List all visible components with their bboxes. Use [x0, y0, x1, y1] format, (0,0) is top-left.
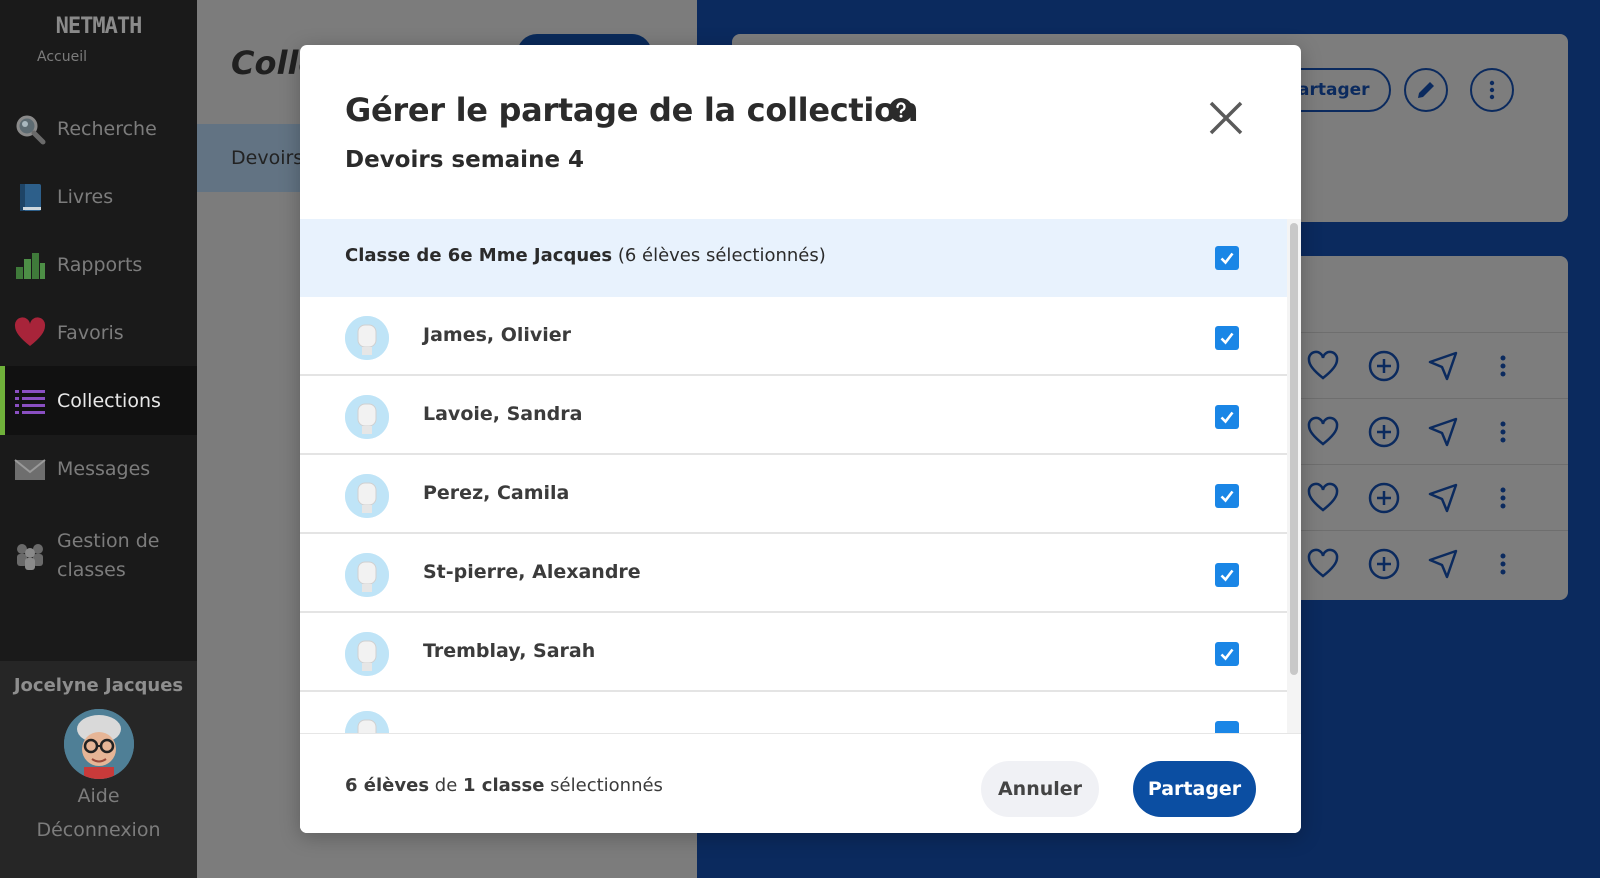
- envelope-icon: [14, 453, 46, 485]
- student-row[interactable]: Lavoie, Sandra: [300, 376, 1287, 455]
- sidebar-item-label: Rapports: [57, 253, 143, 276]
- heart-outline-icon: [1307, 548, 1339, 578]
- send-icon: [1428, 417, 1458, 447]
- heart-outline-icon: [1307, 416, 1339, 446]
- checkmark-icon: [1220, 648, 1234, 661]
- checkmark-icon: [1220, 252, 1234, 265]
- list-icon: [14, 385, 46, 417]
- student-avatar: [345, 474, 389, 518]
- send-icon: [1428, 351, 1458, 381]
- cancel-button[interactable]: Annuler: [981, 761, 1099, 817]
- sidebar-item-messages[interactable]: Messages: [0, 434, 197, 503]
- student-avatar: [345, 316, 389, 360]
- pencil-icon: [1404, 68, 1448, 112]
- student-avatar: [345, 553, 389, 597]
- student-list: Classe de 6e Mme Jacques (6 élèves sélec…: [300, 219, 1287, 733]
- plus-circle-icon: [1368, 482, 1400, 514]
- more-vertical-icon: [1500, 355, 1506, 377]
- summary-word-selected: sélectionnés: [550, 775, 663, 796]
- share-collection-dialog: Gérer le partage de la collection Devoir…: [300, 45, 1301, 833]
- student-name: James, Olivier: [423, 324, 572, 346]
- plus-circle-icon: [1368, 350, 1400, 382]
- close-icon[interactable]: [1206, 98, 1246, 138]
- sidebar-item-favoris[interactable]: Favoris: [0, 298, 197, 367]
- help-link[interactable]: Aide: [0, 785, 197, 807]
- student-checkbox[interactable]: [1215, 405, 1239, 429]
- user-name: Jocelyne Jacques: [13, 675, 184, 696]
- dialog-title: Gérer le partage de la collection: [345, 91, 919, 129]
- more-vertical-icon: [1500, 421, 1506, 443]
- user-avatar[interactable]: [64, 709, 134, 779]
- app-logo[interactable]: NETMATH: [0, 14, 197, 39]
- send-icon: [1428, 483, 1458, 513]
- sidebar-item-collections[interactable]: Collections: [0, 366, 197, 435]
- magnifier-icon: [14, 113, 46, 145]
- summary-word-of: de: [434, 775, 458, 796]
- sidebar-item-livres[interactable]: Livres: [0, 162, 197, 231]
- sidebar-item-label: Livres: [57, 185, 114, 208]
- heart-outline-icon: [1307, 482, 1339, 512]
- share-button[interactable]: Partager: [1133, 761, 1256, 817]
- checkmark-icon: [1220, 332, 1234, 345]
- student-row[interactable]: James, Olivier: [300, 297, 1287, 376]
- scrollbar-thumb[interactable]: [1290, 223, 1298, 675]
- sidebar-item-label: Recherche: [57, 117, 157, 140]
- student-row[interactable]: Tremblay, Sarah: [300, 613, 1287, 692]
- send-icon: [1428, 549, 1458, 579]
- student-row-partial[interactable]: [300, 692, 1287, 733]
- book-icon: [14, 181, 46, 213]
- selection-summary: 6 élèves de 1 classe sélectionnés: [345, 775, 663, 796]
- dialog-footer: 6 élèves de 1 classe sélectionnés Annule…: [300, 733, 1301, 833]
- student-avatar: [345, 395, 389, 439]
- checkmark-icon: [1220, 411, 1234, 424]
- student-name: Lavoie, Sandra: [423, 403, 583, 425]
- class-name: Classe de 6e Mme Jacques: [345, 245, 613, 266]
- sidebar-item-label: Collections: [57, 389, 161, 412]
- home-link[interactable]: Accueil: [0, 49, 124, 65]
- sidebar-item-gestion-de-classes[interactable]: Gestion de classes: [0, 520, 197, 592]
- class-selection-note: (6 élèves sélectionnés): [617, 245, 826, 266]
- student-checkbox[interactable]: [1215, 721, 1239, 733]
- summary-student-count: 6 élèves: [345, 775, 430, 796]
- student-checkbox[interactable]: [1215, 326, 1239, 350]
- heart-outline-icon: [1307, 350, 1339, 380]
- student-name: Tremblay, Sarah: [423, 640, 596, 662]
- student-checkbox[interactable]: [1215, 642, 1239, 666]
- sidebar-item-recherche[interactable]: Recherche: [0, 94, 197, 163]
- student-row[interactable]: Perez, Camila: [300, 455, 1287, 534]
- people-icon: [14, 540, 46, 572]
- checkmark-icon: [1220, 490, 1234, 503]
- background-tab-devoirs: Devoirs: [231, 147, 304, 169]
- heart-icon: [14, 316, 46, 349]
- class-row[interactable]: Classe de 6e Mme Jacques (6 élèves sélec…: [300, 219, 1287, 297]
- plus-circle-icon: [1368, 416, 1400, 448]
- student-checkbox[interactable]: [1215, 563, 1239, 587]
- student-avatar: [345, 632, 389, 676]
- sidebar-item-label-line-1: Gestion de: [57, 530, 160, 552]
- more-vertical-icon: [1500, 553, 1506, 575]
- student-name: Perez, Camila: [423, 482, 570, 504]
- bar-chart-icon: [14, 249, 46, 281]
- sidebar-item-label: Messages: [57, 457, 151, 480]
- collection-name: Devoirs semaine 4: [345, 147, 585, 173]
- class-checkbox[interactable]: [1215, 246, 1239, 270]
- help-icon[interactable]: [888, 97, 914, 123]
- sidebar-item-label: Gestion de classes: [57, 527, 160, 585]
- class-label: Classe de 6e Mme Jacques (6 élèves sélec…: [345, 245, 826, 266]
- checkmark-icon: [1220, 569, 1234, 582]
- student-avatar: [345, 711, 389, 733]
- sidebar-item-label: Favoris: [57, 321, 124, 344]
- more-vertical-icon: [1470, 68, 1514, 112]
- more-vertical-icon: [1500, 487, 1506, 509]
- summary-class-count: 1 classe: [463, 775, 545, 796]
- sidebar: NETMATH Accueil Recherche Livres Rapport…: [0, 0, 197, 878]
- user-panel: Jocelyne Jacques Aide Déconnexion: [0, 661, 197, 878]
- sidebar-item-label-line-2: classes: [57, 559, 126, 581]
- plus-circle-icon: [1368, 548, 1400, 580]
- student-name: St-pierre, Alexandre: [423, 561, 641, 583]
- student-row[interactable]: St-pierre, Alexandre: [300, 534, 1287, 613]
- sidebar-item-rapports[interactable]: Rapports: [0, 230, 197, 299]
- logout-link[interactable]: Déconnexion: [0, 819, 197, 841]
- student-checkbox[interactable]: [1215, 484, 1239, 508]
